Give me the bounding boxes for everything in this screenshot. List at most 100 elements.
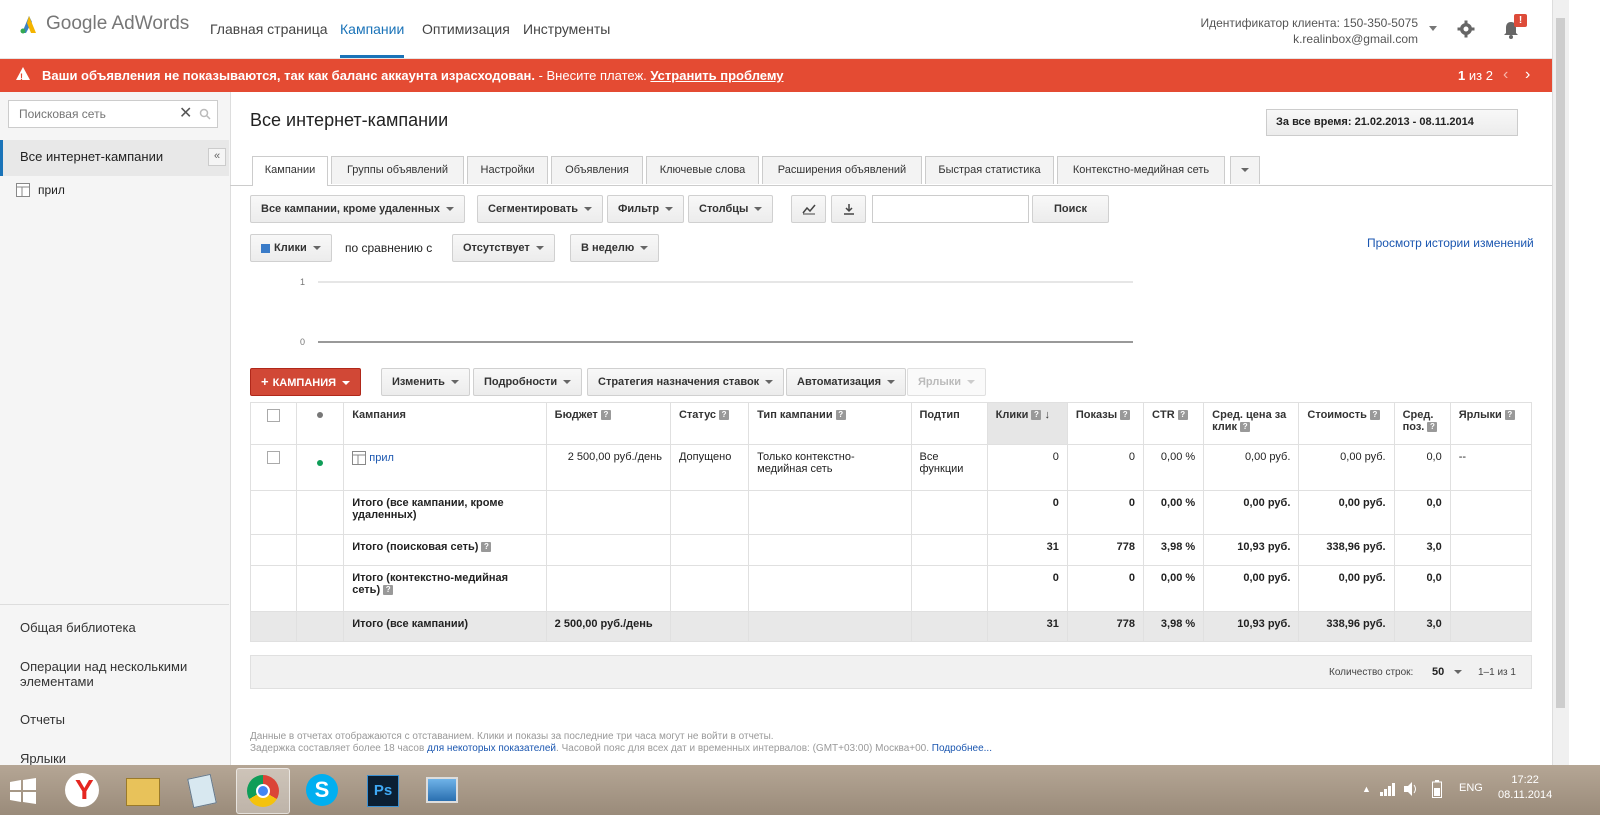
- footer-more-link[interactable]: Подробнее...: [932, 743, 992, 754]
- help-icon[interactable]: ?: [1240, 422, 1251, 433]
- date-range-picker[interactable]: За все время: 21.02.2013 - 08.11.2014: [1266, 109, 1518, 136]
- footer-line-2b: . Часовой пояс для всех дат и временных …: [556, 743, 932, 754]
- chrome-icon[interactable]: [236, 768, 290, 814]
- cell-budget[interactable]: 2 500,00 руб./день: [545, 444, 671, 491]
- search-icon[interactable]: [199, 108, 211, 120]
- sidebar-item-campaign[interactable]: прил: [16, 183, 65, 197]
- details-dropdown[interactable]: Подробности: [473, 368, 583, 396]
- sidebar-search[interactable]: ✕: [8, 100, 218, 128]
- period-dropdown[interactable]: В неделю: [570, 234, 660, 262]
- col-campaign-type[interactable]: Тип кампании ?: [748, 402, 912, 445]
- row-checkbox[interactable]: [267, 451, 281, 464]
- select-all-checkbox[interactable]: [267, 409, 281, 422]
- account-dropdown-icon[interactable]: [1429, 26, 1437, 31]
- labels-label: Ярлыки: [918, 376, 962, 388]
- volume-icon[interactable]: [1404, 782, 1420, 796]
- download-button[interactable]: [831, 195, 866, 223]
- help-icon[interactable]: ?: [481, 542, 492, 553]
- campaign-name-link[interactable]: прил: [369, 452, 394, 464]
- tab-ad-groups[interactable]: Группы объявлений: [331, 156, 464, 184]
- col-ctr[interactable]: CTR ?: [1143, 402, 1205, 445]
- col-avg-position[interactable]: Сред. поз. ?: [1393, 402, 1451, 445]
- yandex-browser-icon[interactable]: Y: [56, 768, 108, 812]
- search-button[interactable]: Поиск: [1032, 195, 1109, 223]
- tab-dimensions[interactable]: Быстрая статистика: [925, 156, 1054, 184]
- col-subtype[interactable]: Подтип: [910, 402, 988, 445]
- segment-dropdown[interactable]: Сегментировать: [477, 195, 604, 223]
- status-enabled-dot[interactable]: [317, 460, 324, 466]
- language-indicator[interactable]: ENG: [1459, 782, 1483, 794]
- labels-dropdown[interactable]: Ярлыки: [907, 368, 987, 396]
- signal-icon[interactable]: [1380, 782, 1396, 796]
- total-budget: 2 500,00 руб./день: [545, 611, 671, 642]
- sidebar-reports[interactable]: Отчеты: [20, 712, 65, 727]
- help-icon[interactable]: ?: [1120, 410, 1131, 421]
- add-campaign-button[interactable]: + КАМПАНИЯ: [250, 368, 362, 396]
- compare-dropdown[interactable]: Отсутствует: [452, 234, 555, 262]
- tab-display-network[interactable]: Контекстно-медийная сеть: [1057, 156, 1225, 184]
- page-scrollbar[interactable]: [1552, 0, 1569, 765]
- account-info[interactable]: Идентификатор клиента: 150-350-5075 k.re…: [1201, 15, 1419, 47]
- system-clock[interactable]: 17:22 08.11.2014: [1498, 773, 1552, 803]
- adwords-logo[interactable]: Google AdWords: [18, 13, 189, 35]
- tab-keywords[interactable]: Ключевые слова: [646, 156, 759, 184]
- col-budget[interactable]: Бюджет ?: [545, 402, 671, 445]
- col-campaign[interactable]: Кампания: [343, 402, 547, 445]
- clear-search-icon[interactable]: ✕: [179, 103, 192, 123]
- col-status[interactable]: Статус ?: [669, 402, 750, 445]
- sidebar-labels[interactable]: Ярлыки: [20, 751, 66, 765]
- tray-expand-icon[interactable]: ▲: [1362, 784, 1371, 794]
- columns-dropdown[interactable]: Столбцы: [688, 195, 774, 223]
- tab-ad-extensions[interactable]: Расширения объявлений: [762, 156, 922, 184]
- edit-dropdown[interactable]: Изменить: [381, 368, 470, 396]
- automation-dropdown[interactable]: Автоматизация: [786, 368, 907, 396]
- col-avg-cpc[interactable]: Сред. цена за клик ?: [1203, 402, 1300, 445]
- help-icon[interactable]: ?: [1504, 410, 1515, 421]
- windows-start-icon[interactable]: [10, 778, 36, 804]
- fix-problem-link[interactable]: Устранить проблему: [650, 68, 783, 83]
- nav-tools[interactable]: Инструменты: [523, 0, 610, 58]
- rows-per-page-select[interactable]: 50: [1432, 666, 1463, 678]
- alert-prev-icon[interactable]: ‹: [1503, 66, 1508, 84]
- battery-icon[interactable]: [1432, 780, 1442, 798]
- table-search-input[interactable]: [872, 195, 1029, 223]
- nav-campaigns[interactable]: Кампании: [340, 0, 405, 58]
- help-icon[interactable]: ?: [1427, 422, 1438, 433]
- col-cost[interactable]: Стоимость ?: [1298, 402, 1395, 445]
- gear-icon[interactable]: [1457, 20, 1475, 38]
- help-icon[interactable]: ?: [719, 410, 730, 421]
- sidebar-search-input[interactable]: [17, 106, 171, 122]
- sidebar-item-all-campaigns[interactable]: Все интернет-кампании «: [0, 140, 229, 176]
- footer-metrics-link[interactable]: для некоторых показателей: [427, 743, 556, 754]
- help-icon[interactable]: ?: [1369, 410, 1380, 421]
- chart-toggle-button[interactable]: [791, 195, 826, 223]
- help-icon[interactable]: ?: [600, 410, 611, 421]
- col-labels[interactable]: Ярлыки ?: [1449, 402, 1533, 445]
- help-icon[interactable]: ?: [835, 410, 846, 421]
- help-icon[interactable]: ?: [1031, 410, 1042, 421]
- tab-campaigns[interactable]: Кампании: [252, 156, 328, 186]
- help-icon[interactable]: ?: [383, 585, 394, 596]
- change-history-link[interactable]: Просмотр истории изменений: [1367, 236, 1534, 250]
- photo-viewer-icon[interactable]: [416, 768, 468, 812]
- nav-optimization[interactable]: Оптимизация: [422, 0, 510, 58]
- metric-dropdown[interactable]: Клики: [250, 234, 332, 262]
- col-impressions[interactable]: Показы ?: [1066, 402, 1145, 445]
- notes-app-icon[interactable]: [176, 768, 228, 812]
- filter-scope-dropdown[interactable]: Все кампании, кроме удаленных: [250, 195, 465, 223]
- col-clicks[interactable]: Клики ? ↓: [986, 402, 1068, 445]
- sidebar-shared-library[interactable]: Общая библиотека: [20, 620, 136, 635]
- filter-dropdown[interactable]: Фильтр: [607, 195, 685, 223]
- file-explorer-icon[interactable]: [116, 768, 168, 812]
- alert-next-icon[interactable]: ›: [1525, 66, 1530, 84]
- tab-ads[interactable]: Объявления: [551, 156, 643, 184]
- nav-home[interactable]: Главная страница: [210, 0, 328, 58]
- help-icon[interactable]: ?: [1177, 410, 1188, 421]
- tab-more[interactable]: [1230, 156, 1260, 184]
- photoshop-icon[interactable]: Ps: [356, 768, 408, 812]
- skype-icon[interactable]: S: [296, 768, 348, 812]
- sidebar-bulk-operations[interactable]: Операции над несколькими элементами: [20, 659, 220, 689]
- tab-settings[interactable]: Настройки: [467, 156, 548, 184]
- bid-strategy-dropdown[interactable]: Стратегия назначения ставок: [587, 368, 785, 396]
- collapse-sidebar-icon[interactable]: «: [208, 148, 226, 166]
